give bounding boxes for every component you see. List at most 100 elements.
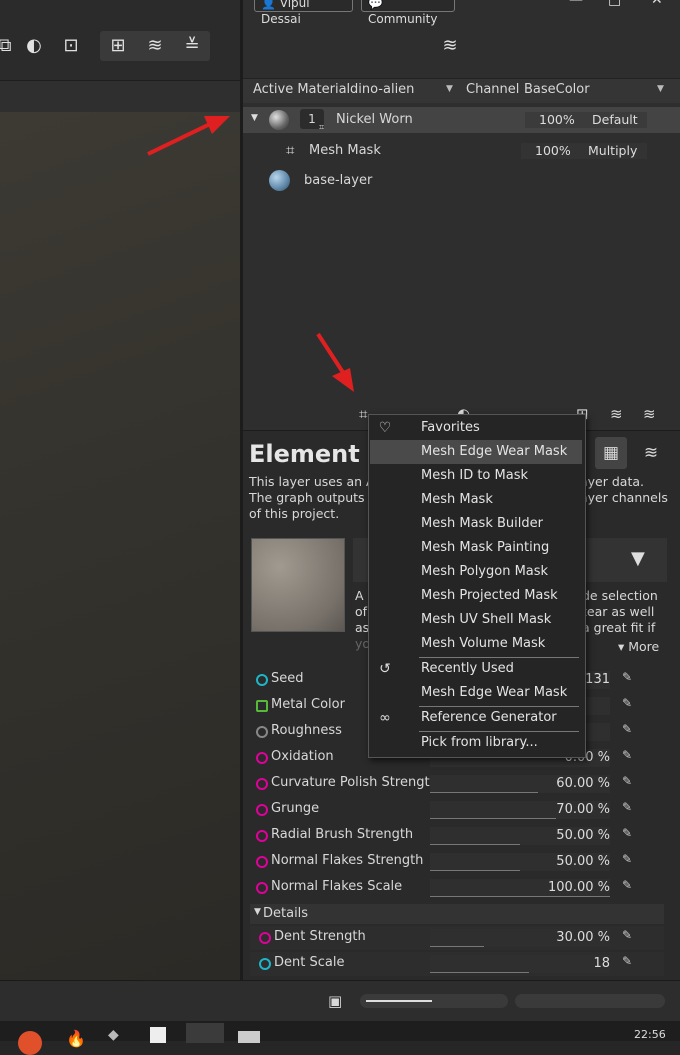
param-value[interactable]: 50.00 %	[556, 828, 610, 843]
smart-material-icon[interactable]: ⊡	[60, 35, 82, 57]
menu-item[interactable]: Mesh Projected Mask	[370, 584, 582, 608]
description-line: The graph outputs ca	[249, 490, 384, 505]
add-folder-icon[interactable]: ⊞	[107, 35, 129, 57]
card-text: tear as well	[582, 604, 655, 619]
menu-item[interactable]: Mesh UV Shell Mask	[370, 608, 582, 632]
expand-arrow-icon[interactable]: ▼	[251, 113, 258, 123]
progress-fill	[366, 1000, 432, 1002]
menu-item[interactable]: Mesh Polygon Mask	[370, 560, 582, 584]
menu-item[interactable]: Mesh Mask	[370, 488, 582, 512]
edit-pencil-icon[interactable]: ✎	[622, 748, 632, 762]
app-icon-flame[interactable]: 🔥	[66, 1029, 86, 1048]
param-slider[interactable]: 100.00 %	[430, 879, 610, 897]
channel-dropdown[interactable]: BaseColor	[524, 82, 590, 97]
element-panel-icon-button[interactable]: ▦	[595, 437, 627, 469]
param-label: Metal Color	[271, 697, 345, 712]
app-icon-orange[interactable]	[18, 1031, 42, 1055]
param-label: Seed	[271, 671, 304, 686]
add-mask-icon[interactable]: ⌗	[359, 405, 367, 423]
layer-blend-mode[interactable]: Multiply	[588, 143, 637, 158]
more-button[interactable]: ▾ More	[618, 639, 659, 654]
minimize-icon[interactable]: —	[569, 0, 583, 8]
menu-item[interactable]: Mesh Edge Wear Mask	[370, 681, 582, 705]
param-slider[interactable]: 50.00 %	[430, 853, 610, 871]
add-layer-icon[interactable]: ≋	[610, 405, 623, 423]
param-label: Dent Strength	[274, 929, 366, 944]
param-slider[interactable]: 18	[430, 955, 610, 973]
material-thumbnail[interactable]	[251, 538, 345, 632]
edit-pencil-icon[interactable]: ✎	[622, 852, 632, 866]
details-header[interactable]: ▼ Details	[250, 904, 664, 924]
caret-down-icon: ▼	[254, 907, 261, 917]
param-value[interactable]: 18	[593, 956, 610, 971]
param-value[interactable]: 60.00 %	[556, 776, 610, 791]
param-value[interactable]: 30.00 %	[556, 930, 610, 945]
layer-stack-icon[interactable]: ≋	[643, 405, 656, 423]
edit-pencil-icon[interactable]: ✎	[622, 800, 632, 814]
edit-pencil-icon[interactable]: ✎	[622, 954, 632, 968]
layer-stack-icon[interactable]: ≋	[635, 437, 667, 469]
layer-name[interactable]: base-layer	[304, 173, 372, 188]
menu-item[interactable]: Mesh Mask Builder	[370, 512, 582, 536]
param-slider[interactable]: 30.00 %	[430, 929, 610, 947]
remove-layer-icon[interactable]: ≚	[181, 35, 203, 57]
menu-item[interactable]: ↺ Recently Used	[370, 657, 582, 681]
app-icon-window[interactable]	[238, 1031, 260, 1043]
edit-pencil-icon[interactable]: ✎	[622, 670, 632, 684]
user-chip[interactable]: 👤 Vipul Dessai	[254, 0, 353, 26]
param-slider[interactable]: 50.00 %	[430, 827, 610, 845]
param-value[interactable]: 100.00 %	[548, 880, 610, 895]
menu-item[interactable]: Mesh Volume Mask	[370, 632, 582, 656]
channel-icon[interactable]: ⧉	[0, 35, 16, 57]
menu-item[interactable]: Mesh Edge Wear Mask	[370, 440, 582, 464]
status-bar: ▣	[0, 980, 680, 1021]
menu-item-label: Mesh Volume Mask	[421, 636, 546, 651]
edit-pencil-icon[interactable]: ✎	[622, 696, 632, 710]
layer-row-mesh-mask[interactable]: ⌗ Mesh Mask 100% Multiply	[243, 138, 680, 164]
chevron-down-icon[interactable]: ▼	[657, 84, 664, 94]
menu-item[interactable]: Mesh ID to Mask	[370, 464, 582, 488]
3d-viewport[interactable]	[0, 112, 240, 980]
param-label: Dent Scale	[274, 955, 345, 970]
edit-pencil-icon[interactable]: ✎	[622, 826, 632, 840]
layer-name[interactable]: Mesh Mask	[309, 143, 381, 158]
edit-pencil-icon[interactable]: ✎	[622, 774, 632, 788]
menu-item[interactable]: Pick from library...	[370, 731, 582, 755]
edit-pencil-icon[interactable]: ✎	[622, 878, 632, 892]
layer-name[interactable]: Nickel Worn	[336, 112, 413, 127]
chevron-down-icon[interactable]: ▼	[631, 548, 645, 569]
layer-row-base-layer[interactable]: base-layer	[243, 168, 680, 194]
layer-opacity-value: 100%	[539, 112, 575, 127]
menu-item[interactable]: ∞ Reference Generator	[370, 706, 582, 730]
param-value[interactable]: 50.00 %	[556, 854, 610, 869]
param-row: Normal Flakes Strength 50.00 % ✎	[250, 850, 664, 874]
param-label: Oxidation	[271, 749, 334, 764]
param-dot-icon	[256, 830, 268, 842]
edit-pencil-icon[interactable]: ✎	[622, 928, 632, 942]
cpu-icon[interactable]: ▣	[328, 992, 342, 1010]
param-slider[interactable]: 70.00 %	[430, 801, 610, 819]
edit-pencil-icon[interactable]: ✎	[622, 722, 632, 736]
add-layer-icon[interactable]: ≋	[144, 35, 166, 57]
layer-opacity[interactable]: 100% Multiply	[521, 143, 647, 159]
active-material-dropdown[interactable]: dino-alien	[350, 82, 414, 97]
community-chip[interactable]: 💬 Community	[361, 0, 455, 26]
layer-opacity[interactable]: 100% Default	[525, 112, 647, 128]
param-slider-fill	[430, 870, 520, 871]
layer-row-nickel-worn[interactable]: ▼ 1 ⌗ Nickel Worn 100% Default	[243, 107, 680, 133]
menu-item[interactable]: ♡ Favorites	[370, 416, 582, 440]
param-dot-icon	[256, 778, 268, 790]
param-slider-fill	[430, 844, 520, 845]
close-icon[interactable]: ✕	[651, 0, 663, 8]
menu-item-label: Mesh Edge Wear Mask	[421, 444, 568, 459]
param-slider[interactable]: 60.00 %	[430, 775, 610, 793]
menu-item-label: Mesh Mask Painting	[421, 540, 550, 555]
contrast-icon[interactable]: ◐	[23, 35, 45, 57]
layer-blend-mode[interactable]: Default	[592, 112, 638, 127]
app-icon-painter-active[interactable]	[186, 1023, 224, 1043]
chevron-down-icon[interactable]: ▼	[446, 84, 453, 94]
menu-item[interactable]: Mesh Mask Painting	[370, 536, 582, 560]
param-label: Radial Brush Strength	[271, 827, 414, 842]
param-value[interactable]: 70.00 %	[556, 802, 610, 817]
maximize-icon[interactable]: □	[608, 0, 621, 8]
